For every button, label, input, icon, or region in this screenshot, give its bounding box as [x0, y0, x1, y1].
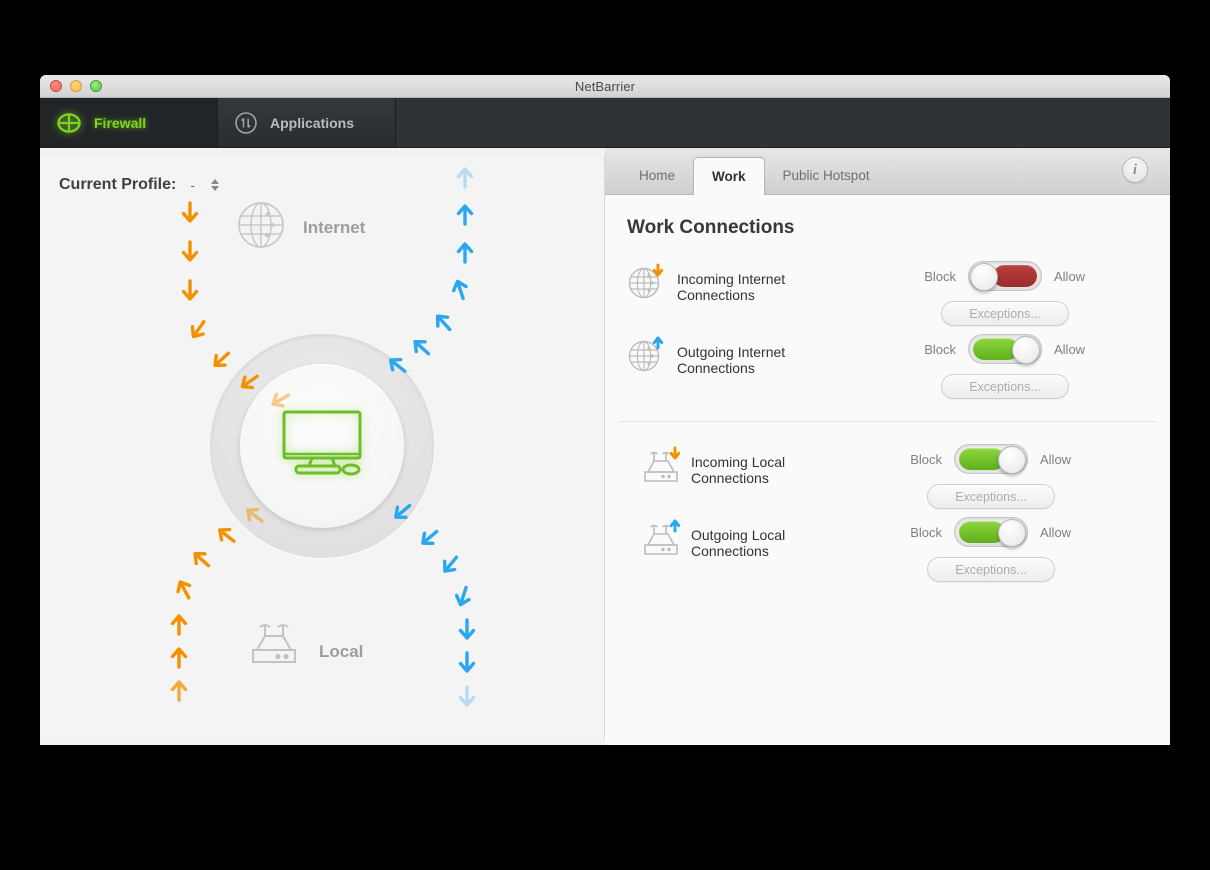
toggle-incoming-internet[interactable] [968, 261, 1042, 291]
current-profile-value: - [190, 177, 195, 193]
traffic-lights [50, 80, 102, 92]
maximize-window-button[interactable] [90, 80, 102, 92]
flow-arrow-incoming-internet-3 [179, 278, 201, 304]
toolbar-empty-area [396, 98, 1170, 147]
exceptions-button-incoming-internet[interactable]: Exceptions... [941, 301, 1069, 326]
connection-name-incoming-internet: Incoming Internet Connections [667, 261, 840, 303]
flow-arrow-incoming-internet-4 [182, 313, 215, 347]
globe-icon [235, 199, 287, 256]
toggle-incoming-local[interactable] [954, 444, 1028, 474]
info-icon: i [1133, 162, 1137, 179]
connections-list: Work Connections [605, 195, 1170, 745]
connection-row-incoming-local: Incoming Local Connections Block Allow E… [619, 436, 1156, 509]
info-button[interactable]: i [1122, 157, 1148, 183]
tab-public-hotspot-label: Public Hotspot [783, 168, 870, 183]
applications-arrows-icon [234, 111, 258, 135]
toolbar-tab-firewall[interactable]: Firewall [40, 98, 218, 147]
connection-controls-incoming-internet: Block Allow Exceptions... [840, 261, 1170, 326]
minimize-window-button[interactable] [70, 80, 82, 92]
globe-up-arrow-icon [627, 336, 667, 374]
flow-arrow-incoming-local-6 [168, 644, 190, 670]
diagram-node-internet-label: Internet [303, 218, 365, 238]
toggle-outgoing-internet[interactable] [968, 334, 1042, 364]
tab-public-hotspot[interactable]: Public Hotspot [765, 156, 888, 194]
exceptions-button-outgoing-internet[interactable]: Exceptions... [941, 374, 1069, 399]
router-icon [245, 624, 303, 679]
window-titlebar: NetBarrier [40, 75, 1170, 98]
computer-monitor-icon [272, 406, 372, 486]
local-connections-group: Incoming Local Connections Block Allow E… [619, 421, 1156, 592]
flow-arrow-incoming-internet-2 [179, 239, 201, 265]
exceptions-button-incoming-local[interactable]: Exceptions... [927, 484, 1055, 509]
flow-arrow-incoming-local-7 [168, 677, 190, 703]
connections-panel: Home Work Public Hotspot i Work Connecti… [605, 148, 1170, 745]
block-label-incoming-internet: Block [912, 269, 956, 284]
connection-row-outgoing-local: Outgoing Local Connections Block Allow E… [619, 509, 1156, 582]
current-profile-control[interactable]: Current Profile: - [59, 176, 219, 194]
current-profile-stepper[interactable] [211, 179, 219, 191]
flow-arrow-incoming-local-5 [168, 611, 190, 637]
router-down-arrow-icon [641, 446, 681, 484]
connection-controls-outgoing-local: Block Allow Exceptions... [826, 517, 1156, 582]
allow-label-incoming-local: Allow [1040, 452, 1084, 467]
flow-arrow-outgoing-local-2 [412, 521, 446, 555]
flow-arrow-incoming-internet-5 [204, 343, 238, 377]
network-diagram-panel: Current Profile: - [40, 154, 605, 739]
flow-arrow-incoming-local-2 [209, 518, 243, 551]
flow-arrow-outgoing-internet-2 [454, 201, 476, 227]
toolbar-tab-applications[interactable]: Applications [218, 98, 396, 147]
block-label-incoming-local: Block [898, 452, 942, 467]
firewall-target-icon [56, 110, 82, 136]
connection-name-incoming-local: Incoming Local Connections [681, 444, 826, 486]
main-toolbar: Firewall Applications [40, 98, 1170, 148]
internet-connections-group: Incoming Internet Connections Block Allo… [605, 249, 1170, 409]
netbarrier-window: NetBarrier Firewall Applications [40, 75, 1170, 745]
diagram-node-local-label: Local [319, 642, 363, 662]
flow-arrow-incoming-local-4 [168, 572, 200, 605]
flow-arrow-outgoing-local-6 [456, 650, 478, 676]
globe-down-arrow-icon [627, 263, 667, 301]
connection-name-outgoing-internet: Outgoing Internet Connections [667, 334, 840, 376]
flow-arrow-outgoing-internet-5 [426, 305, 460, 339]
flow-arrow-outgoing-local-5 [456, 617, 478, 643]
flow-arrow-incoming-local-3 [184, 542, 218, 576]
tab-home-label: Home [639, 168, 675, 183]
connection-row-incoming-internet: Incoming Internet Connections Block Allo… [605, 253, 1170, 326]
diagram-center-disc [240, 364, 404, 528]
block-label-outgoing-local: Block [898, 525, 942, 540]
allow-label-outgoing-local: Allow [1040, 525, 1084, 540]
page-title: Work Connections [627, 217, 1170, 239]
window-body: Current Profile: - [40, 148, 1170, 745]
profile-tabbar: Home Work Public Hotspot i [605, 148, 1170, 195]
tab-work-label: Work [712, 169, 746, 184]
flow-arrow-outgoing-internet-1 [454, 164, 476, 190]
connection-name-outgoing-local: Outgoing Local Connections [681, 517, 826, 559]
connection-controls-outgoing-internet: Block Allow Exceptions... [840, 334, 1170, 399]
allow-label-incoming-internet: Allow [1054, 269, 1098, 284]
tab-home[interactable]: Home [621, 156, 693, 194]
flow-arrow-outgoing-internet-6 [404, 330, 438, 364]
connection-row-outgoing-internet: Outgoing Internet Connections Block Allo… [605, 326, 1170, 399]
diagram-node-internet: Internet [235, 199, 365, 256]
flow-arrow-outgoing-local-3 [433, 548, 467, 582]
flow-arrow-outgoing-local-7 [456, 684, 478, 710]
flow-arrow-incoming-internet-1 [179, 200, 201, 226]
toolbar-tab-firewall-label: Firewall [94, 115, 146, 131]
toolbar-tab-applications-label: Applications [270, 115, 354, 131]
connection-controls-incoming-local: Block Allow Exceptions... [826, 444, 1156, 509]
exceptions-button-outgoing-local[interactable]: Exceptions... [927, 557, 1055, 582]
block-label-outgoing-internet: Block [912, 342, 956, 357]
toggle-outgoing-local[interactable] [954, 517, 1028, 547]
close-window-button[interactable] [50, 80, 62, 92]
diagram-node-local: Local [245, 624, 363, 679]
flow-arrow-outgoing-internet-3 [454, 239, 476, 265]
flow-arrow-outgoing-internet-4 [446, 273, 475, 305]
window-title: NetBarrier [40, 79, 1170, 94]
tab-work[interactable]: Work [693, 157, 765, 195]
allow-label-outgoing-internet: Allow [1054, 342, 1098, 357]
router-up-arrow-icon [641, 519, 681, 557]
flow-arrow-outgoing-local-4 [449, 581, 478, 613]
current-profile-label: Current Profile: [59, 176, 176, 194]
